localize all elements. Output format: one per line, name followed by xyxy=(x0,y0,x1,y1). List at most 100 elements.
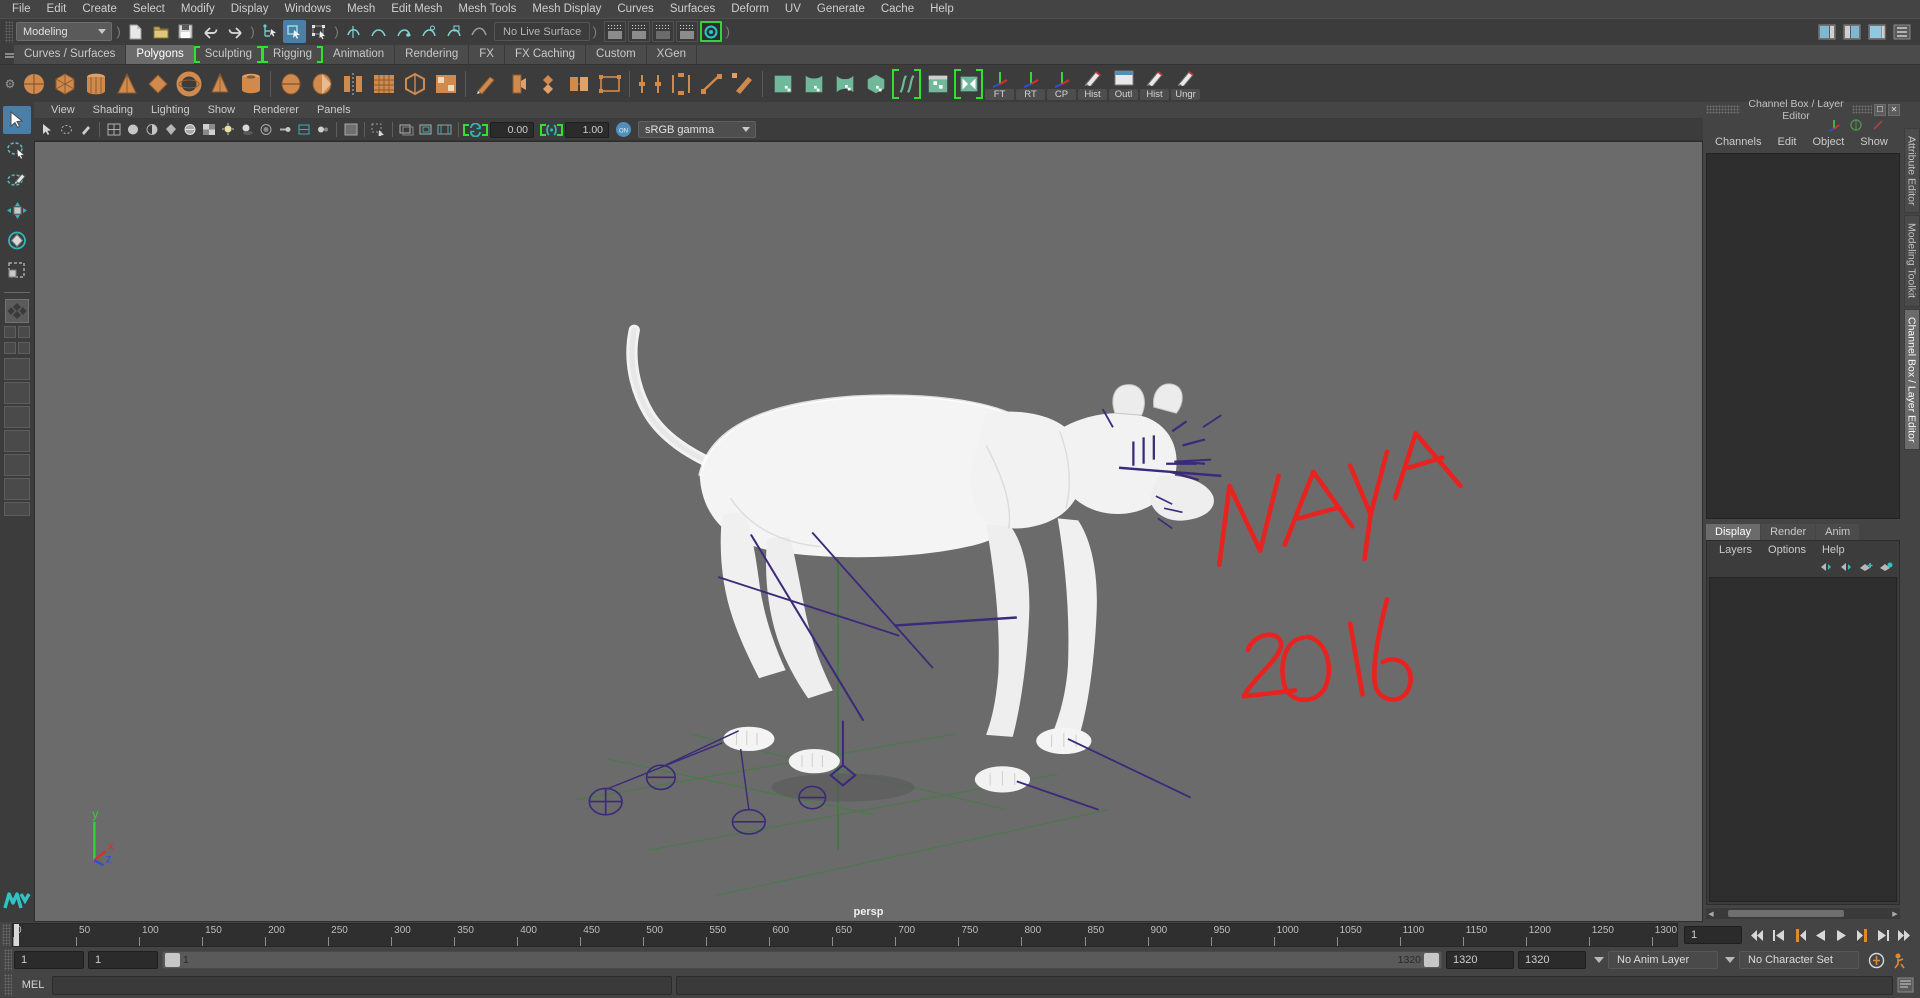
shelf-tab-sculpting[interactable]: Sculpting xyxy=(193,45,264,64)
mirror-geometry-icon[interactable] xyxy=(369,67,398,101)
poly-plane-icon[interactable] xyxy=(143,67,172,101)
shelf-tab-fx-caching[interactable]: FX Caching xyxy=(504,45,587,64)
layer-horizontal-scrollbar[interactable]: ◀ ▶ xyxy=(1706,908,1900,919)
status-line-grip[interactable] xyxy=(5,20,13,43)
perspective-viewport[interactable]: y x z persp xyxy=(34,141,1703,922)
panel-menu-lighting[interactable]: Lighting xyxy=(142,102,199,119)
create-new-layer-icon[interactable] xyxy=(1859,561,1873,573)
auto-key-icon[interactable] xyxy=(1868,952,1885,969)
layout-preset-6[interactable] xyxy=(4,478,30,500)
layout-preset-1[interactable] xyxy=(4,358,30,380)
anim-layer-dropdown[interactable]: No Anim Layer xyxy=(1608,951,1718,969)
status-divider-3[interactable] xyxy=(332,21,341,43)
isolate-select-icon[interactable] xyxy=(370,121,387,139)
make-live-icon[interactable] xyxy=(467,20,490,43)
gate-mask-icon[interactable] xyxy=(436,121,453,139)
panel-menu-renderer[interactable]: Renderer xyxy=(244,102,308,119)
range-slider-grip[interactable] xyxy=(4,949,12,971)
exposure-icon[interactable] xyxy=(463,122,488,137)
status-divider-2[interactable] xyxy=(248,21,257,43)
save-scene-icon[interactable] xyxy=(174,20,197,43)
menu-surfaces[interactable]: Surfaces xyxy=(662,0,723,18)
poly-cylinder-icon[interactable] xyxy=(81,67,110,101)
panel-menu-shading[interactable]: Shading xyxy=(84,102,142,119)
select-by-component-icon[interactable] xyxy=(308,20,331,43)
time-slider-grip[interactable] xyxy=(2,924,10,946)
layer-tab-display[interactable]: Display xyxy=(1706,523,1761,540)
channelbox-menu-edit[interactable]: Edit xyxy=(1769,136,1804,148)
layer-menu-options[interactable]: Options xyxy=(1760,544,1814,556)
layer-tab-render[interactable]: Render xyxy=(1761,523,1816,540)
rotate-tool[interactable] xyxy=(3,226,31,254)
menu-mesh-tools[interactable]: Mesh Tools xyxy=(450,0,524,18)
wireframe-on-shaded-icon[interactable] xyxy=(181,121,198,139)
step-back-keyframe-icon[interactable] xyxy=(1769,925,1788,945)
render-sequence-icon[interactable] xyxy=(628,21,651,42)
multisample-icon[interactable] xyxy=(295,121,312,139)
grid-toggle-icon[interactable] xyxy=(342,121,359,139)
paint-icon[interactable] xyxy=(77,121,94,139)
delete-history-icon[interactable]: Hist xyxy=(1078,67,1107,101)
film-gate-icon[interactable] xyxy=(398,121,415,139)
new-scene-icon[interactable] xyxy=(124,20,147,43)
orient-icon[interactable] xyxy=(1871,118,1885,132)
lasso-select-tool[interactable] xyxy=(3,136,31,164)
step-back-frame-icon[interactable] xyxy=(1790,925,1809,945)
menu-deform[interactable]: Deform xyxy=(723,0,777,18)
smooth-icon[interactable] xyxy=(431,67,460,101)
side-tab-attribute-editor[interactable]: Attribute Editor xyxy=(1903,128,1920,214)
layout-preset-7[interactable] xyxy=(4,502,30,516)
multi-cut-icon[interactable] xyxy=(697,67,726,101)
freeze-transformations-icon[interactable]: FT xyxy=(985,67,1014,101)
shelf-tab-rendering[interactable]: Rendering xyxy=(395,45,470,64)
play-forwards-icon[interactable] xyxy=(1832,925,1851,945)
texture-icon[interactable] xyxy=(200,121,217,139)
shelf-tab-curves-surfaces[interactable]: Curves / Surfaces xyxy=(14,45,127,64)
two-pane-stacked-layout[interactable] xyxy=(4,342,16,354)
character-set-dropdown[interactable]: No Character Set xyxy=(1739,951,1859,969)
layer-menu-help[interactable]: Help xyxy=(1814,544,1853,556)
lasso-icon[interactable] xyxy=(58,121,75,139)
layer-list[interactable] xyxy=(1709,576,1897,902)
side-tab-modeling-toolkit[interactable]: Modeling Toolkit xyxy=(1903,215,1920,307)
exposure-field[interactable]: 0.00 xyxy=(490,121,534,138)
undo-icon[interactable] xyxy=(199,20,222,43)
shelf-options-icon[interactable]: ⚙ xyxy=(2,66,18,102)
status-divider[interactable] xyxy=(114,21,123,43)
resolution-gate-icon[interactable] xyxy=(417,121,434,139)
menu-modify[interactable]: Modify xyxy=(173,0,223,18)
command-input[interactable] xyxy=(52,975,672,995)
time-cursor[interactable] xyxy=(14,924,20,946)
poly-sphere-icon[interactable] xyxy=(19,67,48,101)
create-layer-from-selected-icon[interactable] xyxy=(1879,561,1893,573)
offset-edge-loop-icon[interactable] xyxy=(666,67,695,101)
current-frame-field[interactable]: 1 xyxy=(1684,926,1742,944)
channelbox-menu-channels[interactable]: Channels xyxy=(1707,136,1769,148)
animation-preferences-icon[interactable] xyxy=(1893,952,1910,969)
channelbox-menu-show[interactable]: Show xyxy=(1852,136,1896,148)
outliner-icon[interactable]: Outl xyxy=(1109,67,1138,101)
character-set-chevron-icon[interactable] xyxy=(1725,957,1735,963)
panel-drag-grip-right[interactable] xyxy=(1852,105,1872,114)
side-tab-channel-box-layer-editor[interactable]: Channel Box / Layer Editor xyxy=(1903,308,1920,451)
layout-preset-4[interactable] xyxy=(4,430,30,452)
move-tool[interactable] xyxy=(3,196,31,224)
snap-to-point-icon[interactable] xyxy=(392,20,415,43)
shelf-tab-rigging[interactable]: Rigging xyxy=(262,45,324,64)
insert-edge-loop-icon[interactable] xyxy=(635,67,664,101)
four-view-layout[interactable] xyxy=(4,326,16,338)
append-polygon-icon[interactable] xyxy=(595,67,624,101)
menu-set-dropdown[interactable]: Modeling xyxy=(16,22,112,41)
layout-preset-2[interactable] xyxy=(4,382,30,404)
scrollbar-thumb[interactable] xyxy=(1728,910,1845,917)
range-handle-right[interactable] xyxy=(1424,953,1439,967)
range-handle-left[interactable] xyxy=(165,953,180,967)
poly-pipe-icon[interactable] xyxy=(236,67,265,101)
separate-icon[interactable] xyxy=(307,67,336,101)
scroll-left-icon[interactable]: ◀ xyxy=(1706,910,1716,918)
scroll-right-icon[interactable]: ▶ xyxy=(1890,910,1900,918)
uv-automatic-icon[interactable] xyxy=(861,67,890,101)
anim-layer-chevron-icon[interactable] xyxy=(1594,957,1604,963)
status-divider-5[interactable] xyxy=(723,21,732,43)
menu-curves[interactable]: Curves xyxy=(609,0,661,18)
